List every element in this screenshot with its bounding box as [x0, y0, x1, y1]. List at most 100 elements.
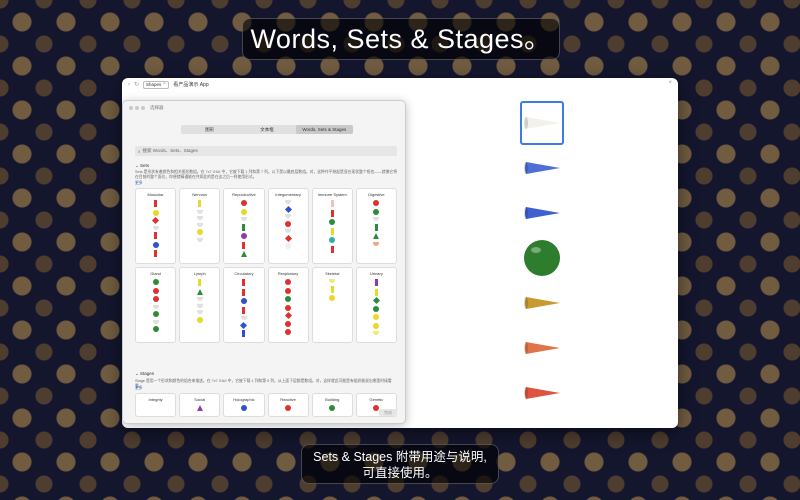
ball-marker-icon [373, 208, 380, 215]
ball-marker-icon [329, 405, 336, 411]
close-dot-icon[interactable] [129, 106, 133, 110]
close-icon[interactable]: × [668, 80, 672, 86]
diamond-marker-icon [284, 234, 292, 242]
ball-marker-icon [152, 296, 159, 302]
card-title: Nervous [192, 192, 208, 197]
cone-marker-icon [285, 229, 292, 233]
set-card[interactable]: Lymph [179, 267, 221, 343]
app-window: ‹ ↻ Shapes ⌃ 看产品演示 App × 选择器 图形 文本框 Words,… [122, 78, 678, 428]
minimize-dot-icon[interactable] [135, 106, 139, 110]
sets-label: Sets [140, 163, 150, 168]
set-card[interactable]: Integumentary [267, 188, 309, 264]
card-title: Respiratory [277, 271, 299, 276]
bar-marker-icon [374, 223, 378, 231]
marker-stack [329, 200, 336, 253]
white-cone-icon [524, 117, 560, 129]
bar-marker-icon [242, 306, 246, 314]
done-button[interactable]: 完成 [379, 409, 397, 416]
stages-more-link[interactable]: 更多 [135, 386, 143, 391]
sets-grid: Muscular Nervous Reproductive Integumentary… [135, 188, 397, 343]
refresh-icon[interactable]: ↻ [134, 81, 139, 88]
card-title: Muscular [147, 192, 164, 197]
stages-section-header[interactable]: ⌄ Stages [135, 371, 154, 377]
bar-marker-icon [374, 288, 378, 296]
ball-marker-icon [152, 311, 159, 317]
set-card[interactable]: Skeletal [311, 267, 353, 343]
cone-marker-icon [196, 222, 203, 227]
bar-marker-icon [242, 288, 246, 296]
set-card[interactable]: Reproductive [223, 188, 265, 264]
window-toolbar: ‹ ↻ Shapes ⌃ 看产品演示 App × [122, 78, 678, 91]
set-card[interactable]: Muscular [135, 188, 177, 264]
set-card[interactable]: Urinary [355, 267, 397, 343]
set-card[interactable]: Building [311, 393, 353, 417]
thumbnail-green-sphere[interactable] [520, 236, 564, 280]
ball-marker-icon [196, 229, 203, 235]
thumbnail-red-cone[interactable] [520, 371, 564, 415]
set-card[interactable]: Respiratory [267, 267, 309, 343]
sets-section-header[interactable]: ⌄ Sets [135, 163, 149, 169]
bottom-caption-line-2: 可直接使用。 [362, 466, 438, 480]
sets-more-link[interactable]: 更多 [135, 181, 143, 186]
ball-marker-icon [196, 316, 203, 323]
card-title: Urinary [369, 271, 383, 276]
bar-marker-icon [242, 330, 246, 337]
set-card[interactable]: Circulatory [223, 267, 265, 343]
bar-marker-icon [154, 200, 158, 207]
thumbnail-white-cone[interactable] [520, 101, 564, 145]
cone-marker-icon [373, 331, 380, 335]
diamond-marker-icon [284, 311, 292, 320]
set-card[interactable]: Reactive [267, 393, 309, 417]
bar-marker-icon [198, 200, 202, 207]
ball-marker-icon [285, 287, 292, 294]
cone-marker-icon [373, 217, 380, 221]
search-field[interactable]: ⌕ 搜索 Words、Sets、Stages [135, 146, 397, 156]
ball-marker-icon [240, 200, 247, 206]
bar-marker-icon [330, 200, 334, 207]
ball-marker-icon [373, 314, 380, 320]
set-card[interactable]: Nervous [179, 188, 221, 264]
marker-stack [196, 405, 203, 411]
cone-marker-icon [196, 216, 203, 220]
bottom-caption-line-1: Sets & Stages 附带用途与说明, [313, 450, 487, 464]
set-card[interactable]: Integrity [135, 393, 177, 417]
search-icon: ⌕ [138, 148, 141, 154]
cone-marker-icon [196, 237, 203, 242]
set-card[interactable]: Social [179, 393, 221, 417]
set-card[interactable]: Immune System [311, 188, 353, 264]
cone-marker-icon [152, 225, 159, 230]
tri-marker-icon [373, 233, 380, 239]
zoom-dot-icon[interactable] [141, 106, 145, 110]
marker-stack [284, 200, 292, 249]
marker-stack [284, 279, 292, 335]
set-card[interactable]: Holographic [223, 393, 265, 417]
thumbnail-blue-cone[interactable] [520, 191, 564, 235]
thumbnail-orange-cone[interactable] [520, 326, 564, 370]
segmented-tabs: 图形 文本框 Words, Sets & Stages [181, 125, 353, 134]
panel-title: 选择器 [150, 105, 164, 110]
set-card[interactable]: Digestive [355, 188, 397, 264]
chevron-down-icon: ⌄ [135, 371, 139, 376]
diamond-marker-icon [372, 296, 380, 305]
ball-marker-icon [285, 405, 292, 411]
thumbnail-gold-cone[interactable] [520, 281, 564, 325]
cone-marker-icon [196, 303, 203, 308]
set-card[interactable]: Gland [135, 267, 177, 343]
diamond-marker-icon [240, 321, 248, 329]
card-title: Social [194, 397, 206, 402]
tab-1[interactable]: 文本框 [238, 125, 295, 134]
marker-stack [240, 200, 247, 257]
back-arrow-icon[interactable]: ‹ [128, 82, 130, 88]
card-title: Digestive [368, 192, 385, 197]
bar-marker-icon [330, 209, 334, 217]
bar-marker-icon [330, 285, 334, 293]
tab-2[interactable]: Words, Sets & Stages [295, 125, 353, 134]
scope-dropdown[interactable]: Shapes ⌃ [143, 80, 170, 89]
tab-0[interactable]: 图形 [181, 125, 238, 134]
marker-stack [240, 279, 248, 337]
bottom-caption: Sets & Stages 附带用途与说明, 可直接使用。 [301, 444, 499, 484]
bar-marker-icon [242, 223, 246, 231]
thumbnail-blue-cone[interactable] [520, 146, 564, 190]
ball-marker-icon [285, 243, 292, 249]
ball-marker-icon [240, 208, 247, 215]
